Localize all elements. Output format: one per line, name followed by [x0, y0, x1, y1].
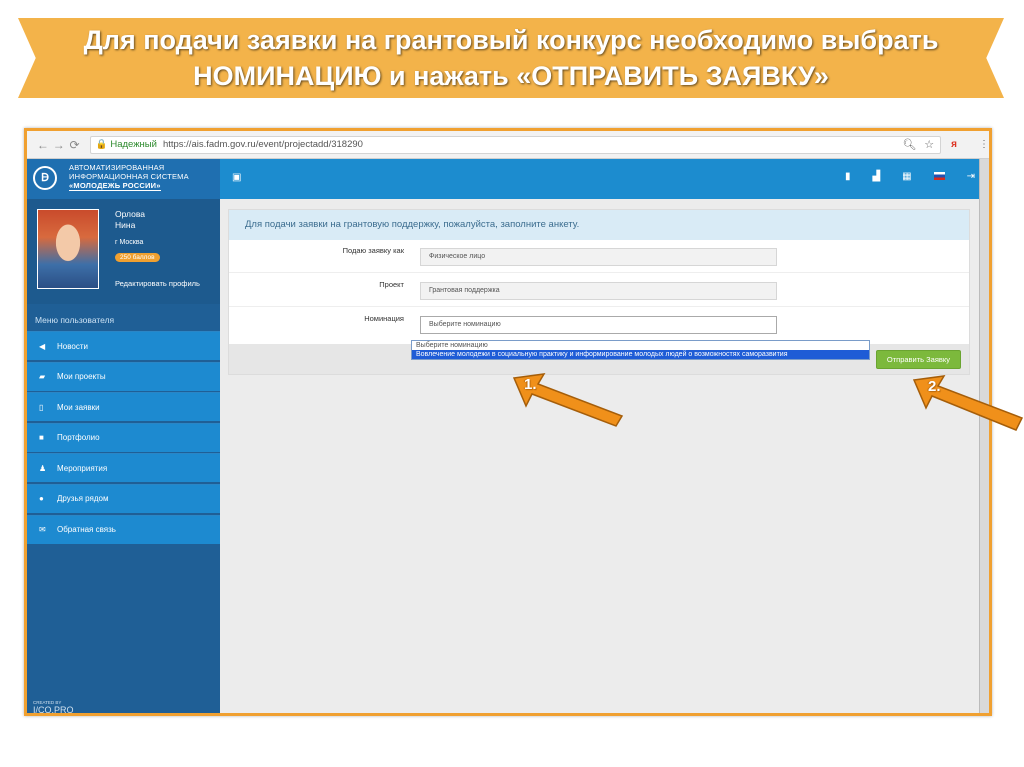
location-pin-icon: ● [39, 494, 44, 504]
more-menu-icon[interactable]: ⋮ [979, 139, 989, 150]
screenshot-frame: ← → ⟳ 🔒 Надежный https://ais.fadm.gov.ru… [24, 128, 992, 716]
footer-brand: I/CO.PRO [33, 705, 74, 715]
star-icon[interactable]: ☆ [924, 138, 934, 151]
sidebar-item-friends-nearby[interactable]: ● Друзья рядом [27, 483, 220, 513]
edit-profile-link[interactable]: Редактировать профиль [115, 279, 200, 288]
sidebar-item-my-projects[interactable]: ▰ Мои проекты [27, 361, 220, 391]
form-row-applicant: Подаю заявку как Физическое лицо [229, 240, 969, 273]
callout-step-1: 1. [524, 376, 537, 393]
form-row-project: Проект Грантовая поддержка [229, 274, 969, 307]
calendar-icon[interactable]: ▦ [902, 171, 911, 182]
logo-line-1: АВТОМАТИЗИРОВАННАЯ [69, 163, 165, 172]
logout-icon[interactable]: ⇥ [967, 171, 975, 182]
sidebar: Орлова Нина г Москва 250 баллов Редактир… [27, 199, 220, 715]
sidebar-item-label: Друзья рядом [57, 494, 109, 504]
form-heading: Для подачи заявки на грантовую поддержку… [229, 210, 969, 240]
sidebar-item-label: Мои заявки [57, 402, 100, 412]
sidebar-item-label: Мероприятия [57, 463, 108, 473]
form-row-nomination: Номинация Выберите номинацию [229, 308, 969, 340]
sidebar-item-label: Новости [57, 341, 88, 351]
chart-icon[interactable]: ▟ [872, 171, 880, 182]
banner-line-1: Для подачи заявки на грантовый конкурс н… [83, 25, 939, 55]
book-icon[interactable]: ▮ [845, 171, 851, 182]
flag-icon[interactable] [933, 172, 945, 180]
callout-step-2: 2. [928, 378, 941, 395]
project-field[interactable]: Грантовая поддержка [420, 282, 777, 300]
nomination-option[interactable]: Выберите номинацию [412, 341, 869, 350]
zoom-icon[interactable]: 🔍︎ [902, 138, 916, 151]
bookmark-icon: ▯ [39, 402, 44, 412]
nomination-dropdown-list: Выберите номинацию Вовлечение молодежи в… [411, 340, 870, 360]
applicant-field[interactable]: Физическое лицо [420, 248, 777, 266]
secure-label: Надежный [110, 139, 157, 150]
sidebar-menu: ◀ Новости ▰ Мои проекты ▯ Мои заявки ■ П… [27, 331, 220, 545]
yandex-icon[interactable]: я [951, 139, 957, 150]
main-content: Для подачи заявки на грантовую поддержку… [220, 199, 989, 713]
sidebar-item-label: Мои проекты [57, 372, 106, 382]
logo-line-2: ИНФОРМАЦИОННАЯ СИСТЕМА [69, 172, 189, 181]
menu-toggle-icon[interactable]: ▣ [232, 172, 241, 183]
reload-icon[interactable]: ⟳ [67, 138, 83, 152]
nomination-label: Номинация [364, 314, 404, 323]
profile-first-name: Нина [115, 220, 136, 230]
profile-city: г Москва [115, 239, 144, 246]
sidebar-item-label: Обратная связь [57, 525, 116, 535]
scrollbar[interactable] [979, 159, 989, 713]
megaphone-icon: ◀ [39, 341, 46, 351]
banner-line-2: НОМИНАЦИЮ и нажать «ОТПРАВИТЬ ЗАЯВКУ» [193, 61, 829, 91]
nomination-option-selected[interactable]: Вовлечение молодежи в социальную практик… [412, 350, 869, 359]
folder-icon: ■ [39, 433, 44, 443]
lock-icon: 🔒 [95, 139, 108, 150]
address-bar[interactable]: 🔒 Надежный https://ais.fadm.gov.ru/event… [90, 135, 942, 154]
applicant-label: Подаю заявку как [342, 246, 404, 255]
logo[interactable]: Ꟈ АВТОМАТИЗИРОВАННАЯ ИНФОРМАЦИОННАЯ СИСТ… [27, 159, 220, 199]
sidebar-item-feedback[interactable]: ✉ Обратная связь [27, 514, 220, 544]
back-arrow-icon[interactable]: ← [35, 138, 51, 152]
points-badge: 250 баллов [115, 253, 160, 262]
sidebar-item-label: Портфолио [57, 433, 100, 443]
sidebar-item-events[interactable]: ♟ Мероприятия [27, 453, 220, 483]
menu-caption: Меню пользователя [35, 315, 115, 325]
book-icon: ▰ [39, 372, 46, 382]
sidebar-item-portfolio[interactable]: ■ Портфолио [27, 422, 220, 452]
profile-last-name: Орлова [115, 209, 145, 219]
url-text: https://ais.fadm.gov.ru/event/projectadd… [162, 139, 363, 150]
avatar[interactable] [37, 209, 99, 289]
forward-arrow-icon[interactable]: → [51, 138, 67, 152]
submit-application-button[interactable]: Отправить Заявку [875, 350, 961, 369]
project-label: Проект [379, 280, 404, 289]
instruction-banner: Для подачи заявки на грантовый конкурс н… [18, 18, 1004, 98]
sidebar-item-news[interactable]: ◀ Новости [27, 331, 220, 360]
browser-toolbar: ← → ⟳ 🔒 Надежный https://ais.fadm.gov.ru… [27, 131, 989, 159]
people-icon: ♟ [39, 463, 47, 473]
app-header: Ꟈ АВТОМАТИЗИРОВАННАЯ ИНФОРМАЦИОННАЯ СИСТ… [27, 159, 989, 199]
profile-block: Орлова Нина г Москва 250 баллов Редактир… [27, 199, 220, 304]
logo-mark-icon: Ꟈ [33, 166, 57, 190]
sidebar-item-my-applications[interactable]: ▯ Мои заявки [27, 392, 220, 422]
footer-logo: CREATED BY I/CO.PRO [33, 700, 74, 715]
nomination-select[interactable]: Выберите номинацию [420, 316, 777, 334]
envelope-icon: ✉ [39, 525, 46, 535]
logo-line-3: «МОЛОДЕЖЬ РОССИИ» [69, 181, 161, 191]
